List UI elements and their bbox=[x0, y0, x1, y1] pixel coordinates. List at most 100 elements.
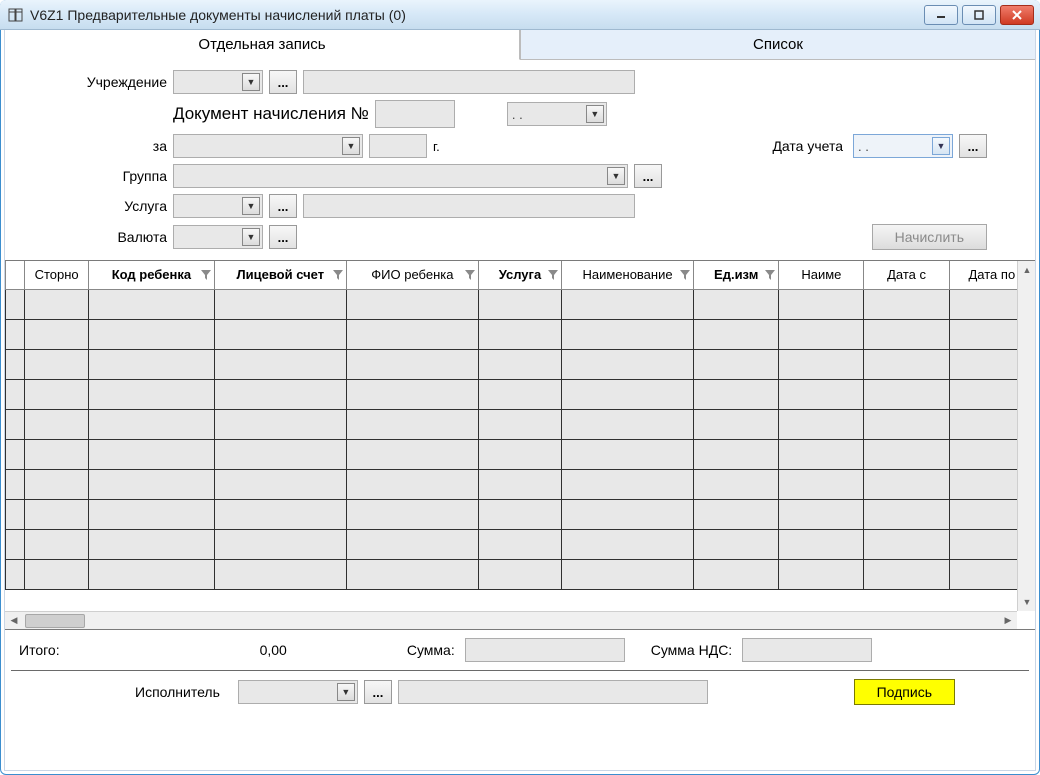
grid-cell[interactable] bbox=[214, 559, 346, 589]
grid-cell[interactable] bbox=[864, 319, 949, 349]
grid-cell[interactable] bbox=[478, 559, 561, 589]
sign-button[interactable]: Подпись bbox=[854, 679, 955, 705]
grid-cell[interactable] bbox=[694, 289, 779, 319]
column-header[interactable]: Дата с bbox=[864, 261, 949, 289]
period-month-combo[interactable]: ▼ bbox=[173, 134, 363, 158]
filter-icon[interactable] bbox=[547, 269, 559, 281]
institution-name-field[interactable] bbox=[303, 70, 635, 94]
grid-cell[interactable] bbox=[25, 439, 89, 469]
grid-cell[interactable] bbox=[694, 409, 779, 439]
grid-cell[interactable] bbox=[562, 499, 694, 529]
grid-cell[interactable] bbox=[864, 499, 949, 529]
minimize-button[interactable] bbox=[924, 5, 958, 25]
grid-cell[interactable] bbox=[864, 289, 949, 319]
grid-cell[interactable] bbox=[694, 529, 779, 559]
table-row[interactable] bbox=[6, 409, 1035, 439]
column-header[interactable]: Услуга bbox=[478, 261, 561, 289]
column-header[interactable]: Наименование bbox=[562, 261, 694, 289]
grid-cell[interactable] bbox=[25, 379, 89, 409]
period-year-field[interactable] bbox=[369, 134, 427, 158]
grid-cell[interactable] bbox=[779, 559, 864, 589]
grid-cell[interactable] bbox=[562, 469, 694, 499]
grid-cell[interactable] bbox=[864, 349, 949, 379]
grid-cell[interactable] bbox=[346, 409, 478, 439]
grid-cell[interactable] bbox=[89, 499, 215, 529]
table-row[interactable] bbox=[6, 559, 1035, 589]
grid-cell[interactable] bbox=[694, 499, 779, 529]
grid-cell[interactable] bbox=[214, 439, 346, 469]
grid-cell[interactable] bbox=[779, 289, 864, 319]
scroll-up-arrow-icon[interactable]: ▲ bbox=[1018, 261, 1035, 279]
table-row[interactable] bbox=[6, 289, 1035, 319]
grid-cell[interactable] bbox=[779, 409, 864, 439]
table-row[interactable] bbox=[6, 469, 1035, 499]
column-header[interactable] bbox=[6, 261, 25, 289]
grid-cell[interactable] bbox=[346, 499, 478, 529]
grid-cell[interactable] bbox=[562, 289, 694, 319]
column-header[interactable]: Наиме bbox=[779, 261, 864, 289]
grid-cell[interactable] bbox=[214, 499, 346, 529]
group-combo[interactable]: ▼ bbox=[173, 164, 628, 188]
grid-cell[interactable] bbox=[89, 529, 215, 559]
grid-cell[interactable] bbox=[6, 499, 25, 529]
tab-list[interactable]: Список bbox=[520, 30, 1035, 60]
scroll-right-arrow-icon[interactable]: ▶ bbox=[999, 612, 1017, 630]
grid-cell[interactable] bbox=[6, 439, 25, 469]
column-header[interactable]: ФИО ребенка bbox=[346, 261, 478, 289]
grid-cell[interactable] bbox=[694, 349, 779, 379]
grid-cell[interactable] bbox=[864, 469, 949, 499]
grid-cell[interactable] bbox=[478, 379, 561, 409]
grid-cell[interactable] bbox=[562, 409, 694, 439]
grid-cell[interactable] bbox=[6, 469, 25, 499]
grid-cell[interactable] bbox=[478, 439, 561, 469]
currency-browse-button[interactable]: ... bbox=[269, 225, 297, 249]
grid-cell[interactable] bbox=[562, 379, 694, 409]
grid-cell[interactable] bbox=[6, 379, 25, 409]
grid-cell[interactable] bbox=[89, 409, 215, 439]
grid-cell[interactable] bbox=[214, 379, 346, 409]
grid-cell[interactable] bbox=[864, 559, 949, 589]
grid-cell[interactable] bbox=[694, 439, 779, 469]
vertical-scrollbar[interactable]: ▲ ▼ bbox=[1017, 261, 1035, 611]
grid-cell[interactable] bbox=[6, 529, 25, 559]
grid-cell[interactable] bbox=[214, 319, 346, 349]
grid-cell[interactable] bbox=[6, 349, 25, 379]
filter-icon[interactable] bbox=[764, 269, 776, 281]
grid-cell[interactable] bbox=[694, 559, 779, 589]
grid-cell[interactable] bbox=[89, 349, 215, 379]
grid-cell[interactable] bbox=[478, 529, 561, 559]
maximize-button[interactable] bbox=[962, 5, 996, 25]
table-row[interactable] bbox=[6, 529, 1035, 559]
grid-cell[interactable] bbox=[89, 439, 215, 469]
grid-cell[interactable] bbox=[89, 559, 215, 589]
horizontal-scrollbar[interactable]: ◀ ▶ bbox=[5, 611, 1017, 629]
filter-icon[interactable] bbox=[679, 269, 691, 281]
doc-number-field[interactable] bbox=[375, 100, 455, 128]
grid-cell[interactable] bbox=[864, 439, 949, 469]
grid-cell[interactable] bbox=[89, 379, 215, 409]
grid-cell[interactable] bbox=[6, 559, 25, 589]
grid-cell[interactable] bbox=[779, 379, 864, 409]
grid-cell[interactable] bbox=[562, 439, 694, 469]
table-row[interactable] bbox=[6, 319, 1035, 349]
accounting-date-browse-button[interactable]: ... bbox=[959, 134, 987, 158]
grid-cell[interactable] bbox=[6, 289, 25, 319]
grid-cell[interactable] bbox=[25, 499, 89, 529]
filter-icon[interactable] bbox=[464, 269, 476, 281]
grid-cell[interactable] bbox=[6, 319, 25, 349]
scroll-left-arrow-icon[interactable]: ◀ bbox=[5, 612, 23, 630]
grid-cell[interactable] bbox=[478, 349, 561, 379]
grid-cell[interactable] bbox=[478, 319, 561, 349]
grid-cell[interactable] bbox=[694, 379, 779, 409]
grid-cell[interactable] bbox=[25, 289, 89, 319]
grid-cell[interactable] bbox=[478, 409, 561, 439]
grid-cell[interactable] bbox=[779, 319, 864, 349]
executor-name-field[interactable] bbox=[398, 680, 708, 704]
group-browse-button[interactable]: ... bbox=[634, 164, 662, 188]
column-header[interactable]: Ед.изм bbox=[694, 261, 779, 289]
grid-cell[interactable] bbox=[864, 379, 949, 409]
grid-cell[interactable] bbox=[6, 409, 25, 439]
grid-cell[interactable] bbox=[89, 469, 215, 499]
executor-browse-button[interactable]: ... bbox=[364, 680, 392, 704]
scroll-down-arrow-icon[interactable]: ▼ bbox=[1018, 593, 1035, 611]
